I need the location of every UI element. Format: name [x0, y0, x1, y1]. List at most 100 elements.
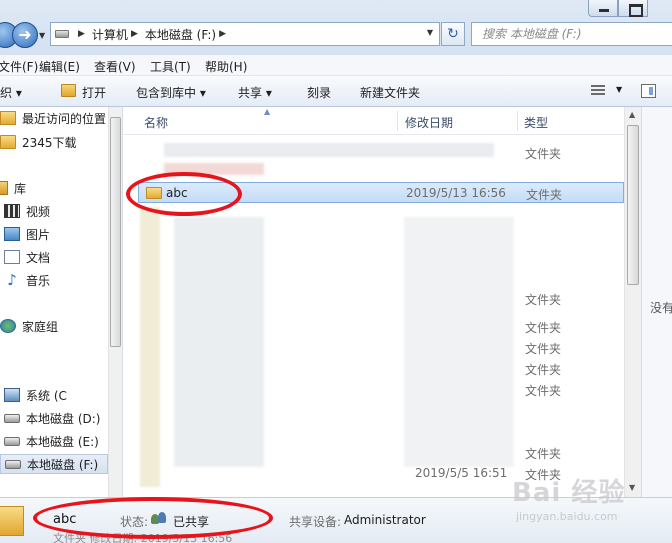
obscured-row: [164, 143, 494, 157]
new-folder-button[interactable]: 新建文件夹: [360, 84, 420, 101]
file-row-abc[interactable]: abc 2019/5/13 16:56 文件夹: [138, 182, 624, 203]
organize-button[interactable]: 组织 ▾: [0, 84, 22, 101]
column-name[interactable]: 名称: [144, 114, 168, 131]
nav-item-label: 音乐: [26, 273, 51, 288]
watermark-logo: Bai 经验: [512, 478, 626, 508]
navigation-pane-scrollbar[interactable]: [108, 107, 122, 497]
maximize-button[interactable]: [618, 0, 648, 17]
breadcrumb-separator-icon[interactable]: ▶: [219, 29, 226, 39]
music-note-icon: ♪: [7, 271, 17, 289]
view-options-icon[interactable]: [591, 85, 605, 97]
menu-view[interactable]: 查看(V): [94, 58, 136, 75]
row-type: 文件夹: [525, 384, 562, 398]
nav-item-drive-e[interactable]: 本地磁盘 (E:): [0, 431, 122, 451]
details-state-label: 状态:: [120, 515, 149, 529]
nav-item-label: 系统 (C: [26, 388, 67, 403]
file-list-scrollbar[interactable]: ▲ ▼: [624, 107, 641, 497]
refresh-icon: ↻: [447, 26, 459, 42]
file-modified: 2019/5/13 16:56: [406, 186, 506, 200]
nav-item-label: 本地磁盘 (D:): [26, 411, 101, 426]
nav-item-label: 文档: [26, 250, 51, 265]
burn-button[interactable]: 刻录: [307, 84, 331, 101]
nav-item-downloads[interactable]: 2345下载: [0, 132, 119, 152]
open-folder-icon: [61, 84, 76, 97]
search-box[interactable]: [471, 22, 672, 46]
share-button[interactable]: 共享 ▾: [238, 84, 272, 101]
row-type: 文件夹: [525, 447, 562, 461]
nav-item-pictures[interactable]: 图片: [0, 224, 122, 244]
menu-help[interactable]: 帮助(H): [205, 58, 247, 75]
drive-icon: [4, 436, 20, 446]
column-header: ▲ 名称 修改日期 类型: [124, 107, 624, 135]
row-type: 文件夹: [525, 147, 562, 161]
recent-pages-dropdown-icon[interactable]: ▼: [39, 31, 45, 40]
homegroup-icon: [0, 319, 16, 333]
refresh-button[interactable]: ↻: [441, 22, 465, 46]
scrollbar-thumb[interactable]: [627, 125, 639, 285]
nav-item-label: 视频: [26, 204, 51, 219]
include-in-library-button[interactable]: 包含到库中 ▾: [136, 84, 206, 101]
breadcrumb-drive-f[interactable]: 本地磁盘 (F:): [145, 26, 216, 43]
recent-places-icon: [0, 111, 16, 125]
picture-icon: [4, 227, 20, 241]
column-divider[interactable]: [517, 111, 518, 131]
nav-item-label: 图片: [26, 227, 51, 242]
row-type: 文件夹: [525, 342, 562, 356]
address-history-dropdown-icon[interactable]: ▼: [427, 28, 433, 37]
row-type: 文件夹: [525, 363, 562, 377]
row-modified: 2019/5/5 16:51: [415, 466, 508, 480]
details-shared-with-value: Administrator: [344, 513, 426, 527]
details-subtext: 文件夹 修改日期: 2019/5/13 16:56: [53, 532, 233, 543]
details-shared-with-label: 共享设备:: [289, 515, 342, 529]
preview-pane-icon[interactable]: [641, 84, 656, 98]
breadcrumb-separator-icon[interactable]: ▶: [131, 29, 138, 39]
forward-button[interactable]: ➜: [12, 22, 38, 48]
scrollbar-thumb[interactable]: [110, 117, 121, 347]
system-drive-icon: [4, 388, 20, 402]
open-button[interactable]: 打开: [82, 84, 106, 101]
watermark: Bai 经验 jingyan.baidu.com: [512, 470, 672, 540]
breadcrumb[interactable]: ▶ 计算机 ▶ 本地磁盘 (F:) ▶ ▼: [50, 22, 440, 46]
details-state-value: 已共享: [173, 515, 210, 529]
view-dropdown-icon[interactable]: ▼: [616, 85, 622, 94]
shared-users-icon: [151, 511, 167, 525]
column-divider[interactable]: [397, 111, 398, 131]
nav-item-label: 家庭组: [22, 319, 59, 334]
nav-item-system-drive[interactable]: 系统 (C: [0, 385, 122, 405]
nav-item-drive-f[interactable]: 本地磁盘 (F:): [0, 454, 108, 474]
navigation-buttons: ➜ ▼: [0, 22, 48, 48]
menu-bar: 文件(F) 编辑(E) 查看(V) 工具(T) 帮助(H): [0, 55, 672, 76]
file-name: abc: [166, 186, 188, 200]
folder-icon: [0, 506, 24, 536]
row-type: 文件夹: [525, 321, 562, 335]
breadcrumb-computer[interactable]: 计算机: [92, 26, 128, 43]
document-icon: [4, 250, 20, 264]
breadcrumb-separator-icon[interactable]: ▶: [78, 29, 85, 39]
scroll-up-icon[interactable]: ▲: [629, 110, 635, 119]
obscured-column: [140, 207, 160, 487]
folder-icon: [146, 187, 162, 199]
menu-file[interactable]: 文件(F): [0, 58, 38, 75]
nav-item-music[interactable]: ♪ 音乐: [0, 270, 122, 290]
minimize-button[interactable]: [588, 0, 618, 17]
column-modified[interactable]: 修改日期: [405, 114, 453, 131]
menu-tools[interactable]: 工具(T): [150, 58, 191, 75]
navigation-pane: 最近访问的位置 2345下载 库 视频 图片 文档 ♪ 音乐 家庭组 系统 (C…: [0, 107, 123, 497]
obscured-row: [164, 163, 264, 175]
nav-item-homegroup[interactable]: 家庭组: [0, 316, 119, 336]
nav-item-documents[interactable]: 文档: [0, 247, 122, 267]
nav-item-drive-d[interactable]: 本地磁盘 (D:): [0, 408, 122, 428]
nav-item-recent[interactable]: 最近访问的位置: [0, 108, 119, 128]
command-bar: 组织 ▾ 打开 包含到库中 ▾ 共享 ▾ 刻录 新建文件夹 ▼: [0, 76, 672, 107]
obscured-block: [174, 217, 264, 467]
column-type[interactable]: 类型: [524, 114, 548, 131]
nav-item-label: 库: [14, 181, 27, 196]
menu-edit[interactable]: 编辑(E): [39, 58, 80, 75]
folder-icon: [0, 135, 16, 149]
nav-item-videos[interactable]: 视频: [0, 201, 122, 221]
nav-item-label: 最近访问的位置: [22, 111, 107, 126]
search-input[interactable]: [482, 27, 662, 41]
nav-item-libraries[interactable]: 库: [0, 178, 111, 198]
library-icon: [0, 181, 8, 195]
nav-item-label: 本地磁盘 (E:): [26, 434, 99, 449]
